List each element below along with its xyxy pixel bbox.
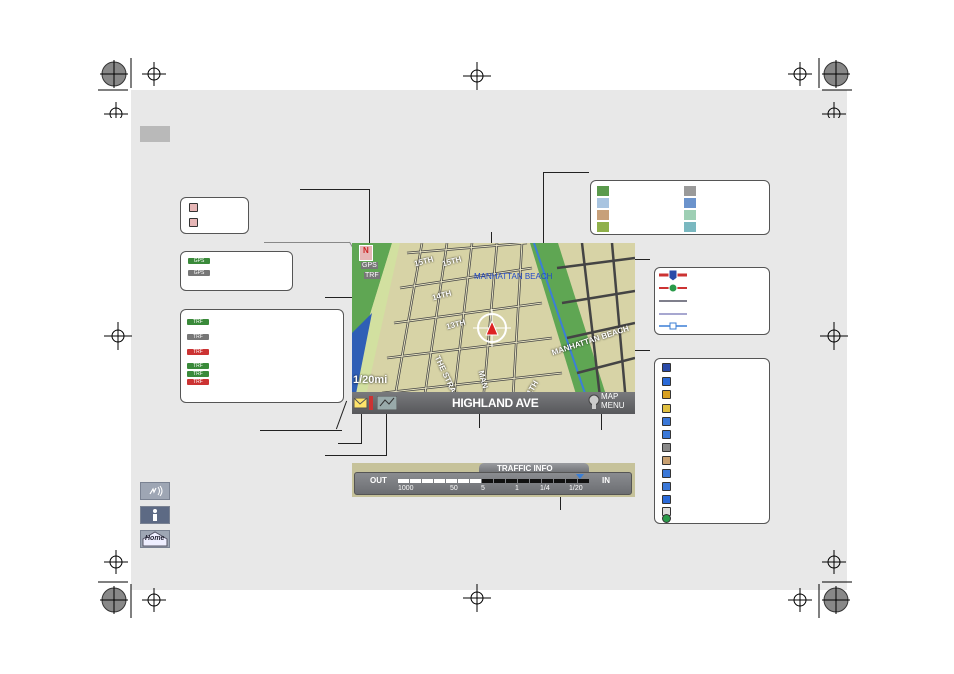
home-label: Home: [145, 535, 165, 542]
traffic-panel[interactable]: [354, 472, 632, 495]
gps-icon: GPS: [361, 262, 378, 269]
info-button[interactable]: [140, 506, 170, 524]
crop-mark-right-center: [820, 322, 848, 350]
poi-icon: [662, 390, 671, 399]
poi-icon: [662, 469, 671, 478]
crop-mark-bottom-center: [463, 584, 491, 612]
traffic-icon: TRF: [364, 272, 380, 279]
city-label: MANHATTAN BEACH: [474, 272, 553, 281]
traffic-icon: TRF: [187, 371, 209, 377]
map-menu-button[interactable]: MAP MENU: [601, 392, 625, 410]
north-up-icon[interactable]: N: [359, 245, 373, 261]
north-up-icon: [189, 203, 198, 212]
heading-callout-box: [180, 197, 249, 234]
legend-swatch: [597, 186, 609, 196]
current-street: HIGHLAND AVE: [452, 396, 539, 410]
legend-swatch: [684, 198, 696, 208]
legend-swatch: [684, 186, 696, 196]
crop-mark-left-center: [104, 322, 132, 350]
home-button[interactable]: Home: [140, 530, 170, 548]
gps-icon: GPS: [188, 258, 210, 264]
crop-mark-bottom-right: [772, 548, 852, 618]
traffic-icon: TRF: [187, 379, 209, 385]
poi-icon: [662, 514, 671, 523]
map-roads: [352, 243, 635, 414]
crop-mark-top-left: [98, 58, 178, 118]
navigation-map[interactable]: MANHATTAN BEACH MANHATTAN BEACH 15TH 15T…: [352, 243, 635, 414]
section-tab: [140, 126, 170, 142]
map-scale: 1/20mi: [353, 374, 388, 386]
mail-icon[interactable]: [353, 396, 368, 414]
legend-swatch: [597, 210, 609, 220]
weather-icon[interactable]: [376, 395, 398, 415]
poi-icon: [662, 495, 671, 504]
poi-icon: [662, 443, 671, 452]
voice-command-button[interactable]: [140, 482, 170, 500]
road-legend: [654, 267, 770, 335]
legend-swatch: [597, 222, 609, 232]
poi-icon: [662, 430, 671, 439]
route-icon: [367, 396, 377, 415]
zoom-out-button[interactable]: OUT: [370, 476, 387, 485]
poi-icon: [662, 404, 671, 413]
crop-mark-bottom-left: [98, 548, 178, 618]
road-symbols: [659, 269, 687, 330]
poi-icon: [662, 377, 671, 386]
traffic-icon: TRF: [187, 334, 209, 340]
poi-legend: [654, 358, 770, 524]
traffic-icon: TRF: [187, 363, 209, 369]
legend-swatch: [597, 198, 609, 208]
gps-callout-box: GPS GPS: [180, 251, 293, 291]
gps-icon: GPS: [188, 270, 210, 276]
legend-swatch: [684, 222, 696, 232]
map-menu-icon[interactable]: [588, 394, 600, 415]
poi-icon: [662, 482, 671, 491]
parking-icon: [662, 417, 671, 426]
voice-icon: [149, 485, 163, 497]
legend-swatch: [684, 210, 696, 220]
poi-icon: [662, 456, 671, 465]
heading-up-icon: [189, 218, 198, 227]
traffic-callout-box: TRF TRF TRF TRF TRF TRF: [180, 309, 344, 403]
zoom-marker: [576, 474, 584, 479]
map-color-legend: [590, 180, 770, 235]
traffic-icon: TRF: [187, 319, 209, 325]
zoom-in-button[interactable]: IN: [602, 476, 610, 485]
info-icon: [153, 509, 157, 521]
crop-mark-top-center: [463, 62, 491, 90]
crop-mark-top-right: [772, 58, 852, 118]
poi-icon: [662, 363, 671, 372]
traffic-icon: TRF: [187, 349, 209, 355]
